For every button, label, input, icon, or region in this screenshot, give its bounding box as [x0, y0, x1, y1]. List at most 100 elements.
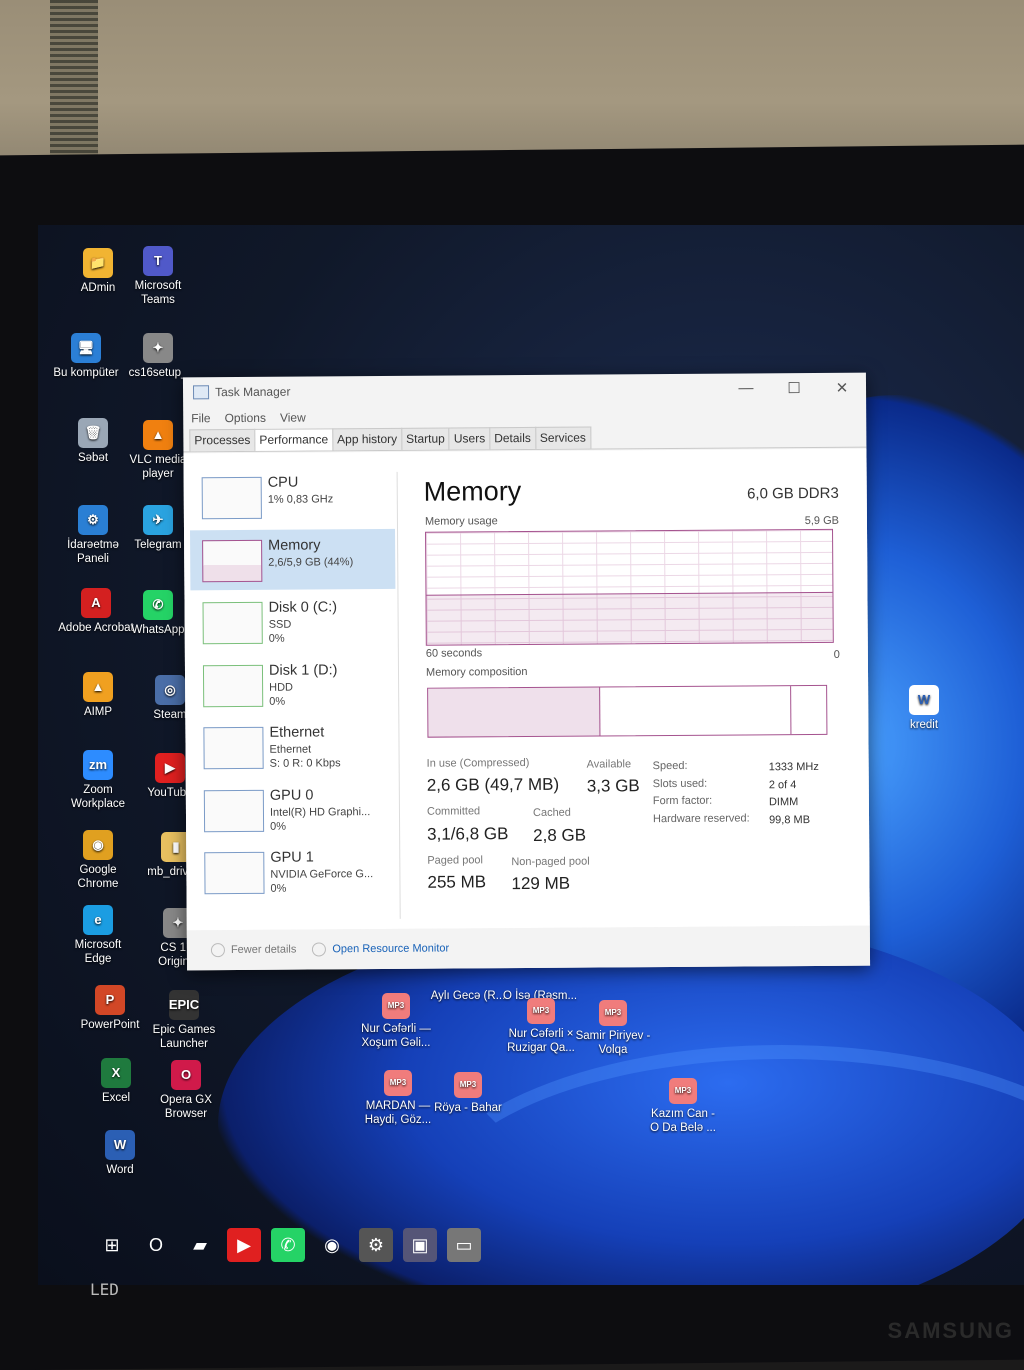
taskbar-explorer-icon[interactable]: ▰	[183, 1228, 217, 1262]
desktop-icon-microsoft-edge[interactable]: e Microsoft Edge	[60, 905, 136, 966]
epic-games-launcher-icon: EPIC	[169, 990, 199, 1020]
desktop-icon-microsoft-teams[interactable]: T Microsoft Teams	[120, 246, 196, 307]
mp3-file-icon[interactable]: MP3 Nur Cəfərli × Ruzigar Qa...	[503, 998, 579, 1055]
mp3-file-icon[interactable]: MP3 Samir Piriyev - Volqa	[575, 1000, 651, 1057]
mp3-icon: MP3	[599, 1000, 627, 1026]
desktop-icon-label: Bu kompüter	[53, 367, 119, 379]
sidebar-item-detail: HDD	[269, 681, 293, 694]
sidebar-item-label: Disk 0 (C:)	[268, 599, 338, 616]
page-title: Memory	[423, 476, 522, 507]
zoom-workplace-icon: zm	[83, 750, 113, 780]
usage-label: Memory usage	[424, 515, 498, 528]
desktop-icon-zoom-workplace[interactable]: zm Zoom Workplace	[60, 750, 136, 811]
tab-startup[interactable]: Startup	[401, 427, 450, 450]
sidebar-item-gpu-1[interactable]: GPU 1 NVIDIA GeForce G... 0%	[192, 841, 397, 902]
taskbar-chrome-icon[interactable]: ◉	[315, 1228, 349, 1262]
usage-fill	[426, 591, 833, 645]
sidebar-item-gpu-0[interactable]: GPU 0 Intel(R) HD Graphi... 0%	[192, 778, 397, 839]
wall-background	[0, 0, 1024, 170]
sidebar-item-detail: Ethernet	[269, 743, 312, 756]
taskbar-youtube-icon[interactable]: ▶	[227, 1228, 261, 1262]
sidebar-item-detail: SSD	[268, 618, 292, 631]
desktop-icon-label: kredit	[909, 719, 939, 731]
tab-users[interactable]: Users	[448, 427, 491, 450]
tab-performance[interactable]: Performance	[254, 428, 334, 451]
resource-monitor-link[interactable]: Open Resource Monitor	[312, 942, 449, 957]
taskbar-settings-icon[interactable]: ⚙	[359, 1228, 393, 1262]
google-chrome-icon: ◉	[83, 830, 113, 860]
maximize-button[interactable]: ☐	[770, 379, 818, 397]
mp3-file-label: MARDAN — Haydi, Göz...	[364, 1100, 432, 1126]
sidebar-item-label: CPU	[267, 474, 299, 491]
mp3-file-label: Nur Cəfərli — Xoşum Gəli...	[361, 1023, 431, 1049]
desktop-icon-aimp[interactable]: ▲ AIMP	[60, 672, 136, 719]
property-label: Slots used:	[652, 777, 708, 790]
steam-icon: ◎	[155, 675, 185, 705]
sidebar-item-cpu[interactable]: CPU 1% 0,83 GHz	[190, 466, 395, 527]
mp3-file-label: Samir Piriyev - Volqa	[575, 1030, 651, 1056]
sidebar-item-label: Ethernet	[269, 724, 325, 741]
minimize-button[interactable]: —	[722, 379, 770, 397]
tab-processes[interactable]: Processes	[189, 428, 256, 452]
fewer-details-link[interactable]: Fewer details	[210, 943, 297, 958]
mp3-file-label: Röya - Bahar	[434, 1102, 502, 1114]
menu-view[interactable]: View	[280, 411, 306, 425]
sidebar-item-value: 0%	[270, 820, 287, 833]
desktop-icon-powerpoint[interactable]: P PowerPoint	[72, 985, 148, 1032]
fewer-details-label: Fewer details	[230, 943, 297, 956]
available-label: Available	[586, 758, 632, 771]
in-use-value: 2,6 GB (49,7 MB)	[426, 774, 560, 795]
mp3-file-icon[interactable]: MP3 Nur Cəfərli — Xoşum Gəli...	[358, 993, 434, 1050]
committed-label: Committed	[426, 805, 481, 818]
adobe-acrobat-icon: A	[81, 588, 111, 618]
sidebar-item-value: S: 0 R: 0 Kbps	[269, 757, 341, 770]
window-title: Task Manager	[214, 384, 291, 400]
desktop-icon-cs16setup[interactable]: ✦ cs16setup_	[120, 333, 196, 380]
taskbar-opera-icon[interactable]: O	[139, 1228, 173, 1262]
menu-file[interactable]: File	[191, 411, 210, 425]
resource-list: CPU 1% 0,83 GHz Memory 2,6/5,9 GB (44%) Disk…	[183, 452, 399, 930]
menu-options[interactable]: Options	[225, 411, 266, 425]
tab-details[interactable]: Details	[489, 426, 536, 450]
available-value: 3,3 GB	[586, 776, 640, 796]
mp3-file-icon[interactable]: MP3 MARDAN — Haydi, Göz...	[360, 1070, 436, 1127]
sidebar-item-value: 0%	[268, 632, 285, 645]
desktop-icon-epic-games-launcher[interactable]: EPIC Epic Games Launcher	[146, 990, 222, 1051]
desktop-icon-label: Epic Games Launcher	[152, 1024, 216, 1050]
tab-app-history[interactable]: App history	[332, 427, 403, 451]
title-bar[interactable]: Task Manager — ☐ ✕	[183, 373, 866, 408]
mini-graph	[203, 789, 265, 832]
desktop-icon-word[interactable]: W Word	[82, 1130, 158, 1177]
time-label: 60 seconds	[425, 647, 483, 660]
mp3-file-icon[interactable]: MP3 Röya - Bahar	[430, 1072, 506, 1115]
close-button[interactable]: ✕	[818, 379, 866, 397]
paged-pool-value: 255 MB	[427, 872, 487, 892]
task-manager-window[interactable]: Task Manager — ☐ ✕ File Options View Pro…	[182, 372, 871, 971]
taskbar-window-icon[interactable]: ▭	[447, 1228, 481, 1262]
desktop-icon-label: Google Chrome	[77, 864, 119, 890]
mp3-icon: MP3	[384, 1070, 412, 1096]
resource-monitor-label: Open Resource Monitor	[332, 942, 450, 956]
mp3-icon: MP3	[527, 998, 555, 1024]
desktop-icon-excel[interactable]: X Excel	[78, 1058, 154, 1105]
taskbar: ⊞ O ▰ ▶ ✆ ◉ ⚙ ▣ ▭	[95, 1224, 495, 1266]
tab-bar: Processes Performance App history Startu…	[183, 424, 867, 453]
desktop-icon-kredit[interactable]: Wkredit	[886, 685, 962, 732]
desktop-icon-google-chrome[interactable]: ◉ Google Chrome	[60, 830, 136, 891]
nonpaged-pool-label: Non-paged pool	[511, 855, 590, 869]
taskbar-start-icon[interactable]: ⊞	[95, 1228, 129, 1262]
desktop-icon-opera-gx-browser[interactable]: O Opera GX Browser	[148, 1060, 224, 1121]
memory-detail: Memory 6,0 GB DDR3 Memory usage 5,9 GB 6…	[408, 449, 859, 929]
tab-services[interactable]: Services	[534, 426, 591, 449]
whatsapp-icon: ✆	[143, 590, 173, 620]
desktop-icon-bu-komp-ter[interactable]: 🖥 Bu kompüter	[48, 333, 124, 380]
sidebar-item-disk-1-d[interactable]: Disk 1 (D:) HDD 0%	[191, 653, 396, 714]
sidebar-item-detail: NVIDIA GeForce G...	[270, 868, 374, 881]
mp3-file-icon[interactable]: MP3 Kazım Can - O Da Belə ...	[645, 1078, 721, 1135]
taskbar-task-manager-icon[interactable]: ▣	[403, 1228, 437, 1262]
sidebar-item-memory[interactable]: Memory 2,6/5,9 GB (44%)	[190, 528, 396, 590]
resource-monitor-icon	[312, 942, 327, 957]
taskbar-whatsapp-icon[interactable]: ✆	[271, 1228, 305, 1262]
sidebar-item-disk-0-c[interactable]: Disk 0 (C:) SSD 0%	[190, 591, 395, 652]
sidebar-item-ethernet[interactable]: Ethernet Ethernet S: 0 R: 0 Kbps	[191, 716, 396, 777]
